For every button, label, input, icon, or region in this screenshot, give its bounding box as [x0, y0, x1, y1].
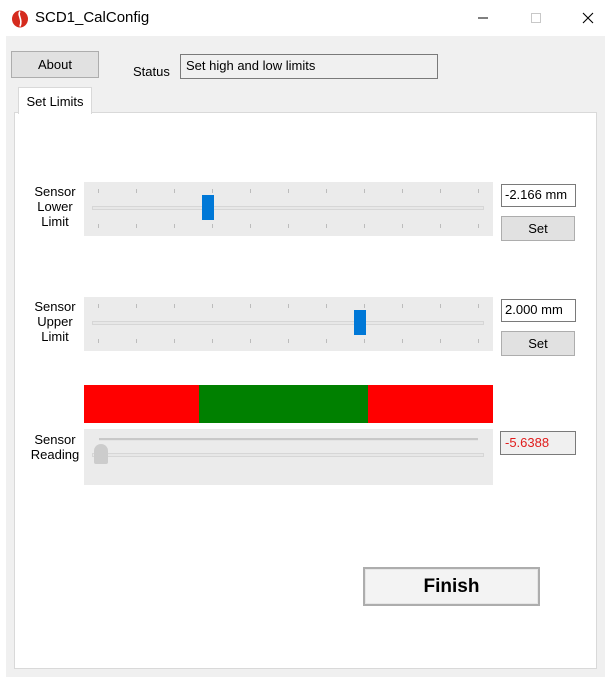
upper-limit-tick: [174, 339, 175, 343]
window-title: SCD1_CalConfig: [35, 9, 150, 26]
lower-limit-tick: [440, 224, 441, 228]
upper-limit-tick: [212, 304, 213, 308]
lower-limit-tick: [288, 189, 289, 193]
lower-limit-label-line3: Limit: [41, 214, 69, 229]
maximize-icon: [531, 13, 541, 23]
lower-limit-value-field[interactable]: -2.166 mm: [501, 184, 576, 207]
upper-limit-track: [92, 321, 484, 325]
range-segment: [198, 385, 369, 423]
lower-limit-tick: [402, 189, 403, 193]
lower-limit-track: [92, 206, 484, 210]
lower-limit-slider-thumb[interactable]: [202, 195, 215, 220]
upper-limit-tick: [136, 339, 137, 343]
minimize-button[interactable]: [460, 0, 506, 36]
about-button[interactable]: About: [11, 51, 99, 78]
sensor-reading-slider-thumb: [94, 444, 108, 464]
upper-limit-tick: [440, 304, 441, 308]
upper-limit-tick: [364, 339, 365, 343]
lower-limit-tick: [136, 189, 137, 193]
sensor-reading-slider: [84, 429, 493, 485]
lower-limit-tick: [326, 224, 327, 228]
lower-limit-label-line2: Lower: [37, 199, 73, 214]
lower-limit-tick: [364, 224, 365, 228]
maximize-button[interactable]: [513, 0, 559, 36]
sensor-reading-label-line2: Reading: [30, 447, 80, 462]
upper-limit-label-line1: Sensor: [34, 299, 76, 314]
upper-limit-tick: [288, 339, 289, 343]
upper-limit-tick: [174, 304, 175, 308]
finish-button[interactable]: Finish: [363, 567, 540, 606]
lower-limit-tick: [326, 189, 327, 193]
lower-limit-tick: [364, 189, 365, 193]
lower-limit-tick: [288, 224, 289, 228]
lower-limit-tick: [478, 189, 479, 193]
range-segment: [84, 385, 200, 423]
app-logo-icon: [12, 10, 28, 28]
upper-limit-tick: [364, 304, 365, 308]
upper-limit-label-line2: Upper: [37, 314, 73, 329]
upper-limit-tick: [250, 304, 251, 308]
upper-limit-slider[interactable]: [84, 297, 493, 351]
upper-limit-tick: [440, 339, 441, 343]
title-bar: SCD1_CalConfig: [0, 0, 611, 36]
range-segment: [368, 385, 494, 423]
lower-limit-tick: [402, 224, 403, 228]
upper-limit-tick: [136, 304, 137, 308]
sensor-reading-label: Sensor Reading: [25, 432, 85, 462]
upper-limit-tick: [98, 304, 99, 308]
lower-limit-tick: [98, 224, 99, 228]
lower-limit-tick: [174, 224, 175, 228]
lower-limit-tick: [212, 224, 213, 228]
sensor-reading-indicator-line: [99, 438, 478, 441]
sensor-reading-label-line1: Sensor: [34, 432, 76, 447]
sensor-reading-value-field: -5.6388: [500, 431, 576, 455]
upper-limit-tick: [402, 304, 403, 308]
set-upper-limit-button[interactable]: Set: [501, 331, 575, 356]
lower-limit-tick: [98, 189, 99, 193]
upper-limit-tick: [326, 304, 327, 308]
upper-limit-tick: [250, 339, 251, 343]
lower-limit-tick: [478, 224, 479, 228]
lower-limit-tick: [250, 189, 251, 193]
status-field: Set high and low limits: [180, 54, 438, 79]
upper-limit-tick: [478, 339, 479, 343]
close-icon: [582, 12, 594, 24]
upper-limit-tick: [98, 339, 99, 343]
lower-limit-tick: [440, 189, 441, 193]
window-client-area: About Status Set high and low limits Set…: [6, 36, 605, 677]
sensor-reading-track: [92, 453, 484, 457]
upper-limit-label-line3: Limit: [41, 329, 69, 344]
status-label: Status: [133, 64, 170, 79]
upper-limit-tick: [212, 339, 213, 343]
lower-limit-label: Sensor Lower Limit: [25, 184, 85, 229]
minimize-icon: [478, 17, 488, 19]
lower-limit-tick: [250, 224, 251, 228]
upper-limit-tick: [288, 304, 289, 308]
lower-limit-label-line1: Sensor: [34, 184, 76, 199]
upper-limit-tick: [402, 339, 403, 343]
lower-limit-tick: [212, 189, 213, 193]
upper-limit-tick: [478, 304, 479, 308]
set-lower-limit-button[interactable]: Set: [501, 216, 575, 241]
upper-limit-label: Sensor Upper Limit: [25, 299, 85, 344]
upper-limit-value-field[interactable]: 2.000 mm: [501, 299, 576, 322]
upper-limit-slider-thumb[interactable]: [354, 310, 367, 335]
lower-limit-tick: [174, 189, 175, 193]
close-button[interactable]: [565, 0, 611, 36]
upper-limit-tick: [326, 339, 327, 343]
limit-range-indicator: [84, 385, 494, 423]
lower-limit-slider[interactable]: [84, 182, 493, 236]
lower-limit-tick: [136, 224, 137, 228]
tab-set-limits[interactable]: Set Limits: [18, 87, 92, 114]
